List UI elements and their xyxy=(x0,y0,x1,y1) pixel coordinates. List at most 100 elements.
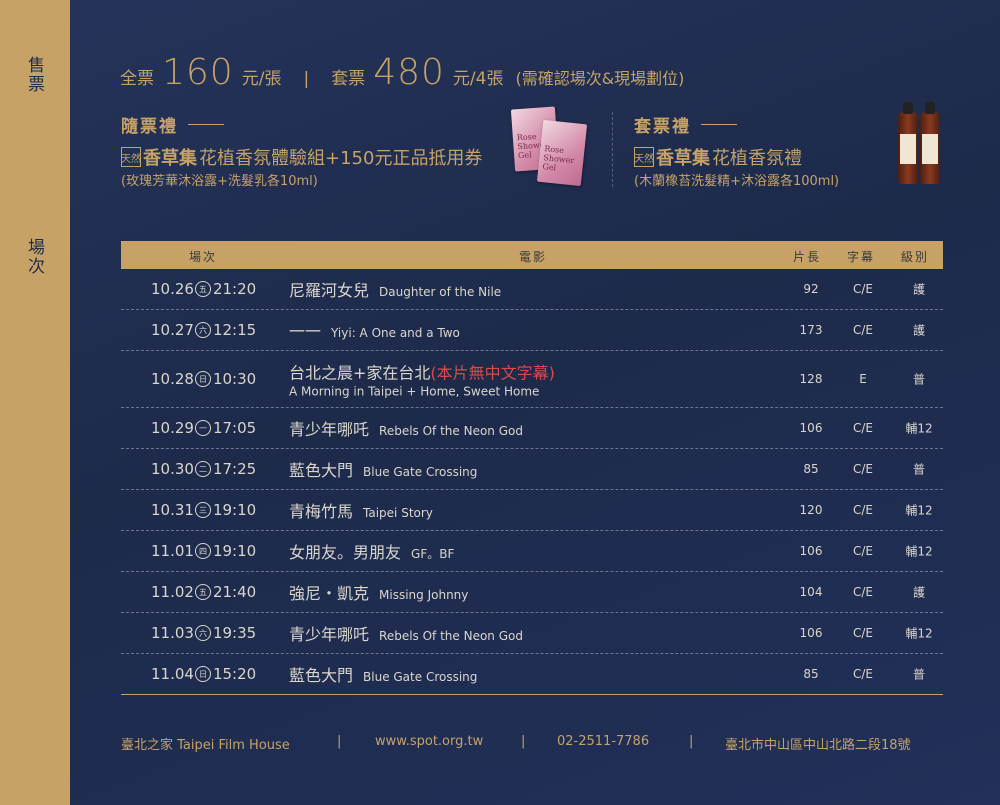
table-row: 11.03 六 19:35 青少年哪吒 Rebels Of the Neon God … xyxy=(121,613,943,654)
gift-bottle-image xyxy=(898,102,918,184)
weekday-badge: 六 xyxy=(194,322,211,338)
table-row: 10.29 一 17:05 青少年哪吒 Rebels Of the Neon God … xyxy=(121,408,943,449)
weekday-badge: 一 xyxy=(194,420,211,436)
header-session: 場次 xyxy=(189,250,218,264)
table-row: 11.04 日 15:20 藍色大門 Blue Gate Crossing 85 C/… xyxy=(121,654,943,695)
film-title-zh: 青少年哪吒 xyxy=(289,420,370,439)
film-title-en: Rebels Of the Neon God xyxy=(379,424,523,438)
footer-website[interactable]: www.spot.org.tw xyxy=(375,734,483,749)
gift-ticket-sub: (玫瑰芳華沐浴露+洗髮乳各10ml) xyxy=(121,174,318,189)
session-datetime: 10.28 日 10:30 xyxy=(151,370,256,388)
session-time: 19:10 xyxy=(212,542,257,560)
film-rating: 普 xyxy=(912,462,925,477)
table-row: 10.31 三 19:10 青梅竹馬 Taipei Story 120 C/E 輔12 xyxy=(121,490,943,531)
footer: 臺北之家 Taipei Film House | www.spot.org.tw… xyxy=(121,734,943,753)
weekday-badge: 六 xyxy=(194,625,211,641)
session-datetime: 10.31 三 19:10 xyxy=(151,501,256,519)
table-row: 11.01 四 19:10 女朋友。男朋友 GF。BF 106 C/E 輔12 xyxy=(121,531,943,572)
header-rating: 級別 xyxy=(901,250,930,264)
session-datetime: 10.30 二 17:25 xyxy=(151,460,256,478)
film-title: 青梅竹馬 Taipei Story xyxy=(289,498,433,522)
film-title-en: A Morning in Taipei + Home, Sweet Home xyxy=(289,384,540,399)
gift-set-title-text: 套票禮 xyxy=(634,117,691,137)
weekday-badge: 五 xyxy=(194,584,211,600)
footer-phone: 02-2511-7786 xyxy=(557,734,650,749)
film-rating: 輔12 xyxy=(905,421,933,436)
set-ticket-price: 480 xyxy=(373,52,445,93)
film-rating: 輔12 xyxy=(905,503,933,518)
session-date: 10.30 xyxy=(151,460,194,478)
film-subtitle: C/E xyxy=(852,544,873,558)
film-rating: 護 xyxy=(912,282,925,297)
footer-address: 臺北市中山區中山北路二段18號 xyxy=(725,738,911,753)
film-rating: 輔12 xyxy=(905,544,933,559)
price-note: (需確認場次&現場劃位) xyxy=(515,69,685,88)
side-bar: 售票 場次 xyxy=(0,0,70,805)
session-date: 11.01 xyxy=(151,542,194,560)
session-date: 10.27 xyxy=(151,321,194,339)
table-row: 10.26 五 21:20 尼羅河女兒 Daughter of the Nile 92… xyxy=(121,269,943,310)
film-title-en: GF。BF xyxy=(411,547,455,561)
session-datetime: 10.27 六 12:15 xyxy=(151,321,256,339)
table-header: 場次 電影 片長 字幕 級別 xyxy=(121,241,943,269)
film-title-zh: 女朋友。男朋友 xyxy=(289,543,402,562)
film-title-en: Rebels Of the Neon God xyxy=(379,629,523,643)
gift-set-description: 花植香氛禮 xyxy=(712,148,802,169)
session-datetime: 11.03 六 19:35 xyxy=(151,624,256,642)
session-datetime: 11.04 日 15:20 xyxy=(151,665,256,683)
gift-pack-image: Rose Shower Gel xyxy=(536,119,588,187)
table-row: 10.30 二 17:25 藍色大門 Blue Gate Crossing 85 C/… xyxy=(121,449,943,490)
header-length: 片長 xyxy=(793,250,822,264)
film-title-en: Blue Gate Crossing xyxy=(363,670,478,684)
film-title-zh: 青梅竹馬 xyxy=(289,502,354,521)
session-date: 11.03 xyxy=(151,624,194,642)
session-time: 17:05 xyxy=(212,419,257,437)
film-title-zh: 一一 xyxy=(289,322,322,341)
session-time: 19:35 xyxy=(212,624,257,642)
session-date: 11.04 xyxy=(151,665,194,683)
weekday-badge: 四 xyxy=(194,543,211,559)
film-title-en: Missing Johnny xyxy=(379,588,469,602)
schedule-table: 場次 電影 片長 字幕 級別 10.26 五 21:20 尼羅河女兒 Daughter… xyxy=(121,241,943,695)
film-title: 女朋友。男朋友 GF。BF xyxy=(289,539,454,563)
film-rating: 護 xyxy=(912,585,925,600)
film-title-en: Taipei Story xyxy=(363,506,433,520)
film-subtitle: C/E xyxy=(852,585,873,599)
film-title: 台北之晨+家在台北(本片無中文字幕) A Morning in Taipei +… xyxy=(289,360,555,399)
session-datetime: 11.02 五 21:40 xyxy=(151,583,256,601)
film-subtitle: E xyxy=(859,372,867,386)
gift-divider xyxy=(612,112,613,187)
weekday-badge: 日 xyxy=(194,371,211,387)
film-title-en: Blue Gate Crossing xyxy=(363,465,478,479)
film-title: 藍色大門 Blue Gate Crossing xyxy=(289,457,477,481)
film-subtitle: C/E xyxy=(852,421,873,435)
film-rating: 普 xyxy=(912,372,925,387)
title-rule xyxy=(701,124,737,125)
single-ticket-label: 全票 xyxy=(120,69,154,89)
film-title-zh: 青少年哪吒 xyxy=(289,625,370,644)
gift-ticket-title-text: 隨票禮 xyxy=(121,117,178,137)
header-subtitle: 字幕 xyxy=(847,250,876,264)
gift-ticket-line: 天然 香草集 花植香氛體驗組+150元正品抵用券 xyxy=(121,144,482,170)
single-ticket-unit: 元/張 xyxy=(241,69,282,89)
single-ticket-price: 160 xyxy=(162,52,234,93)
header-film: 電影 xyxy=(519,250,548,264)
session-time: 15:20 xyxy=(212,665,257,683)
film-subtitle: C/E xyxy=(852,503,873,517)
session-date: 11.02 xyxy=(151,583,194,601)
set-ticket-label: 套票 xyxy=(331,69,366,89)
film-title-zh: 尼羅河女兒 xyxy=(289,281,370,300)
weekday-badge: 二 xyxy=(194,461,211,477)
film-title-zh: 台北之晨+家在台北 xyxy=(289,363,431,383)
film-title-en: Yiyi: A One and a Two xyxy=(331,326,460,340)
film-rating: 輔12 xyxy=(905,626,933,641)
film-title: 青少年哪吒 Rebels Of the Neon God xyxy=(289,416,523,440)
table-row: 11.02 五 21:40 強尼・凱克 Missing Johnny 104 C/E … xyxy=(121,572,943,613)
film-subtitle: C/E xyxy=(852,282,873,296)
footer-separator: | xyxy=(689,734,694,749)
gift-ticket-title: 隨票禮 xyxy=(121,112,224,137)
session-time: 21:20 xyxy=(212,280,257,298)
film-title: 尼羅河女兒 Daughter of the Nile xyxy=(289,277,501,301)
film-title-zh: 藍色大門 xyxy=(289,461,354,480)
footer-venue: 臺北之家 Taipei Film House xyxy=(121,738,290,753)
